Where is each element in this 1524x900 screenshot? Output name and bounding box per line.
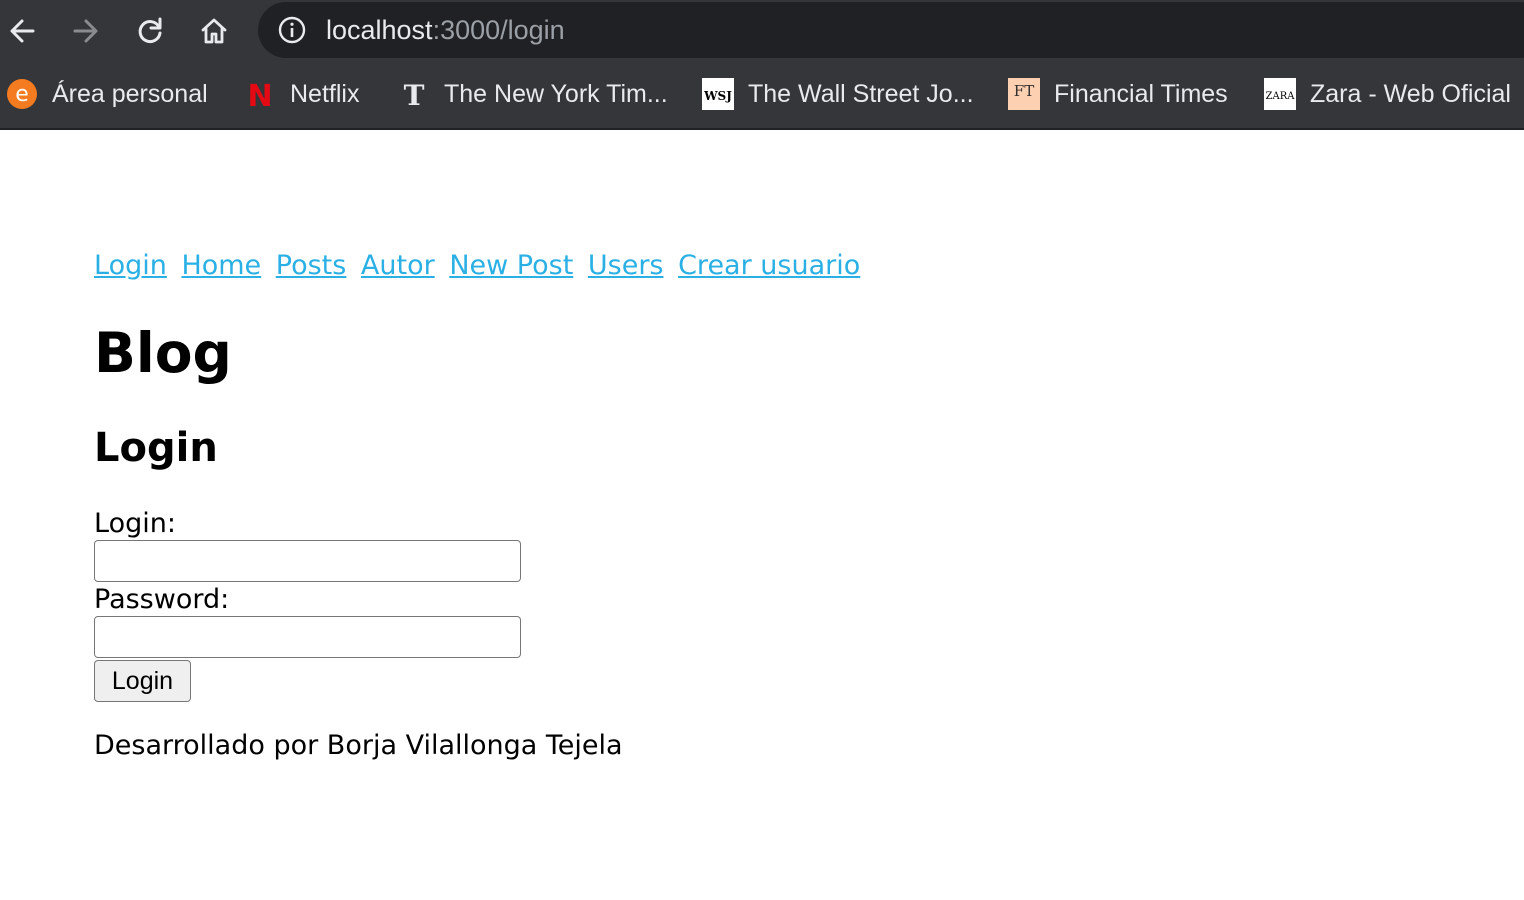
reload-button[interactable] <box>130 11 170 51</box>
bookmark-wsj[interactable]: WSJ The Wall Street Jo... <box>702 76 974 112</box>
nav-link-new-post[interactable]: New Post <box>449 250 573 281</box>
login-input[interactable] <box>94 540 521 582</box>
forward-button[interactable] <box>66 11 106 51</box>
back-button[interactable] <box>2 11 42 51</box>
site-info-icon[interactable] <box>278 16 306 44</box>
nav-link-home[interactable]: Home <box>181 250 261 281</box>
zara-icon: ZARA <box>1264 78 1296 110</box>
bookmark-nyt[interactable]: T The New York Tim... <box>398 76 668 112</box>
svg-text:e: e <box>15 82 29 107</box>
login-submit-button[interactable]: Login <box>94 660 191 702</box>
nav-link-posts[interactable]: Posts <box>276 250 347 281</box>
url-host: localhost <box>326 15 433 45</box>
svg-text:ZARA: ZARA <box>1266 91 1296 102</box>
nav-link-users[interactable]: Users <box>588 250 664 281</box>
back-arrow-icon <box>10 19 35 43</box>
bookmark-financial-times[interactable]: FT Financial Times <box>1008 76 1228 112</box>
url-path: :3000/login <box>432 15 565 45</box>
nav-link-login[interactable]: Login <box>94 250 167 281</box>
svg-text:FT: FT <box>1014 82 1034 100</box>
bookmark-label: Zara - Web Oficial <box>1310 79 1511 108</box>
bookmark-label: The Wall Street Jo... <box>748 79 974 108</box>
password-label: Password: <box>94 584 230 615</box>
browser-toolbar: localhost:3000/login <box>0 0 1524 62</box>
netflix-icon: N <box>244 78 276 110</box>
address-bar[interactable]: localhost:3000/login <box>258 2 1524 58</box>
forward-arrow-icon <box>73 19 98 43</box>
svg-text:WSJ: WSJ <box>703 89 732 103</box>
home-icon <box>201 18 227 44</box>
nav-link-autor[interactable]: Autor <box>361 250 435 281</box>
bookmark-netflix[interactable]: N Netflix <box>244 76 359 112</box>
bookmark-label: The New York Tim... <box>444 79 668 108</box>
nyt-icon: T <box>398 78 430 110</box>
nav-link-crear-usuario[interactable]: Crear usuario <box>678 250 860 281</box>
password-input[interactable] <box>94 616 521 658</box>
bookmark-label: Financial Times <box>1054 79 1228 108</box>
footer-credit: Desarrollado por Borja Vilallonga Tejela <box>94 730 623 761</box>
page-title: Blog <box>94 321 232 385</box>
section-title: Login <box>94 425 218 471</box>
home-button[interactable] <box>194 11 234 51</box>
svg-text:T: T <box>404 79 425 110</box>
main-nav: Login Home Posts Autor New Post Users Cr… <box>94 246 866 286</box>
reload-icon <box>138 17 162 43</box>
login-label: Login: <box>94 508 176 539</box>
svg-text:N: N <box>247 79 272 110</box>
bookmark-zara[interactable]: ZARA Zara - Web Oficial <box>1264 76 1511 112</box>
bookmark-area-personal[interactable]: e Área personal <box>6 76 208 112</box>
ft-icon: FT <box>1008 78 1040 110</box>
wsj-icon: WSJ <box>702 78 734 110</box>
url-text: localhost:3000/login <box>326 15 565 45</box>
bookmark-label: Área personal <box>52 79 208 108</box>
e-orange-circle-icon: e <box>6 78 38 110</box>
bookmark-label: Netflix <box>290 79 360 108</box>
bookmarks-bar: e Área personal N Netflix T The New York… <box>0 62 1524 130</box>
